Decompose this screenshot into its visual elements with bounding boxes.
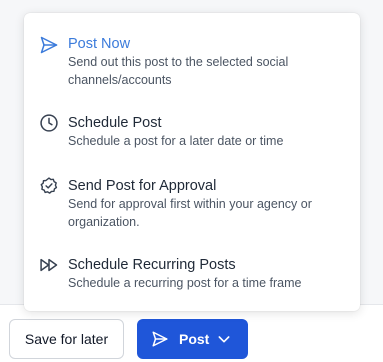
menu-item-title: Schedule Post	[68, 115, 162, 131]
save-for-later-button[interactable]: Save for later	[9, 319, 124, 359]
fast-forward-icon	[40, 258, 58, 272]
menu-item-title: Schedule Recurring Posts	[68, 257, 236, 273]
menu-item-schedule-recurring[interactable]: Schedule Recurring Posts Schedule a recu…	[24, 255, 360, 297]
menu-item-description: Schedule a post for a later date or time	[68, 134, 284, 148]
menu-item-send-for-approval[interactable]: Send Post for Approval Send for approval…	[24, 175, 360, 235]
menu-item-schedule-post[interactable]: Schedule Post Schedule a post for a late…	[24, 113, 360, 155]
badge-check-icon	[40, 177, 58, 194]
chevron-down-icon[interactable]	[216, 331, 232, 347]
menu-item-title: Post Now	[68, 36, 131, 52]
post-button-label: Post	[179, 331, 210, 347]
post-options-menu: Post Now Send out this post to the selec…	[24, 13, 360, 311]
menu-item-post-now[interactable]: Post Now Send out this post to the selec…	[24, 33, 360, 93]
clock-icon	[40, 114, 58, 132]
menu-item-description: Schedule a recurring post for a time fra…	[68, 276, 302, 290]
menu-item-description: Send for approval first within your agen…	[68, 197, 312, 229]
send-icon	[152, 331, 168, 347]
menu-item-title: Send Post for Approval	[68, 178, 217, 194]
post-button[interactable]: Post	[137, 319, 248, 359]
send-icon	[40, 36, 58, 54]
menu-item-description: Send out this post to the selected socia…	[68, 55, 289, 87]
